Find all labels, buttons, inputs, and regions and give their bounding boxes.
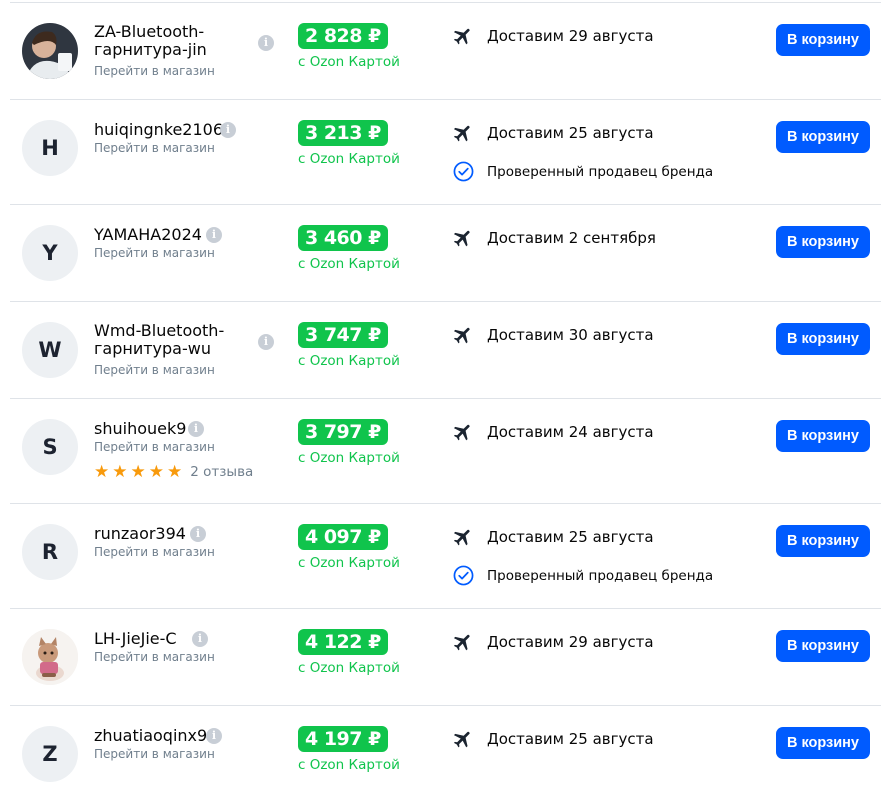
reviews-count[interactable]: 2 отзыва: [190, 464, 253, 480]
offer-row: Z zhuatiaoqinx9 i Перейти в магазин 4 19…: [10, 706, 881, 802]
seller-offers-list: ZA-Bluetooth-гарнитура-jin i Перейти в м…: [0, 0, 883, 802]
airplane-icon: [453, 125, 470, 142]
offer-row: ZA-Bluetooth-гарнитура-jin i Перейти в м…: [10, 3, 881, 100]
delivery-date: Доставим 29 августа: [487, 633, 654, 651]
info-icon[interactable]: i: [190, 526, 206, 542]
add-to-cart-button[interactable]: В корзину: [776, 121, 870, 153]
price-badge: 4 197 ₽: [298, 726, 388, 752]
info-icon[interactable]: i: [188, 421, 204, 437]
add-to-cart-button[interactable]: В корзину: [776, 525, 870, 557]
price-badge: 2 828 ₽: [298, 23, 388, 49]
ozon-card-note: с Ozon Картой: [298, 555, 400, 571]
airplane-icon: [453, 327, 470, 344]
offer-row: H huiqingnke2106 i Перейти в магазин 3 2…: [10, 100, 881, 205]
info-icon[interactable]: i: [206, 227, 222, 243]
star-icon: ★: [148, 462, 164, 482]
delivery-date: Доставим 30 августа: [487, 326, 654, 344]
ozon-card-note: с Ozon Картой: [298, 54, 400, 70]
add-to-cart-button[interactable]: В корзину: [776, 727, 870, 759]
offer-row: W Wmd-Bluetooth-гарнитура-wu i Перейти в…: [10, 302, 881, 399]
seller-avatar[interactable]: Y: [22, 225, 78, 281]
seller-rating: ★ ★ ★ ★ ★ 2 отзыва: [94, 463, 253, 481]
offer-row: Y YAMAHA2024 i Перейти в магазин 3 460 ₽…: [10, 205, 881, 302]
info-icon[interactable]: i: [192, 631, 208, 647]
seller-avatar[interactable]: R: [22, 524, 78, 580]
star-icon: ★: [94, 462, 110, 482]
offer-row: LH-JieJie-C i Перейти в магазин 4 122 ₽ …: [10, 609, 881, 706]
seller-name[interactable]: YAMAHA2024: [94, 226, 202, 244]
seller-avatar[interactable]: H: [22, 120, 78, 176]
add-to-cart-button[interactable]: В корзину: [776, 323, 870, 355]
airplane-icon: [453, 28, 470, 45]
star-icon: ★: [112, 462, 128, 482]
offer-row: S shuihouek9 i Перейти в магазин ★ ★ ★ ★…: [10, 399, 881, 504]
verified-seller-label: Проверенный продавец бренда: [487, 164, 714, 180]
seller-avatar[interactable]: Z: [22, 726, 78, 782]
ozon-card-note: с Ozon Картой: [298, 256, 400, 272]
ozon-card-note: с Ozon Картой: [298, 151, 400, 167]
ozon-card-note: с Ozon Картой: [298, 450, 400, 466]
airplane-icon: [453, 731, 470, 748]
ozon-card-note: с Ozon Картой: [298, 757, 400, 773]
delivery-date: Доставим 29 августа: [487, 27, 654, 45]
info-icon[interactable]: i: [220, 122, 236, 138]
verified-seller-label: Проверенный продавец бренда: [487, 568, 714, 584]
seller-name[interactable]: runzaor394: [94, 525, 186, 543]
star-icon: ★: [167, 462, 183, 482]
seller-avatar[interactable]: S: [22, 419, 78, 475]
seller-name[interactable]: LH-JieJie-C: [94, 630, 177, 648]
airplane-icon: [453, 230, 470, 247]
airplane-icon: [453, 634, 470, 651]
seller-avatar-photo[interactable]: [22, 23, 78, 79]
price-badge: 3 747 ₽: [298, 322, 388, 348]
ozon-card-note: с Ozon Картой: [298, 660, 400, 676]
store-link[interactable]: Перейти в магазин: [94, 363, 215, 377]
store-link[interactable]: Перейти в магазин: [94, 141, 215, 155]
store-link[interactable]: Перейти в магазин: [94, 246, 215, 260]
seller-avatar-photo[interactable]: [22, 629, 78, 685]
check-circle-icon: [453, 565, 474, 586]
store-link[interactable]: Перейти в магазин: [94, 64, 215, 78]
seller-name[interactable]: huiqingnke2106: [94, 121, 223, 139]
offer-row: R runzaor394 i Перейти в магазин 4 097 ₽…: [10, 504, 881, 609]
airplane-icon: [453, 529, 470, 546]
info-icon[interactable]: i: [258, 334, 274, 350]
delivery-date: Доставим 24 августа: [487, 423, 654, 441]
seller-name[interactable]: Wmd-Bluetooth-гарнитура-wu: [94, 322, 284, 358]
info-icon[interactable]: i: [206, 728, 222, 744]
seller-name[interactable]: ZA-Bluetooth-гарнитура-jin: [94, 23, 284, 59]
seller-avatar[interactable]: W: [22, 322, 78, 378]
seller-name[interactable]: shuihouek9: [94, 420, 186, 438]
store-link[interactable]: Перейти в магазин: [94, 650, 215, 664]
add-to-cart-button[interactable]: В корзину: [776, 24, 870, 56]
check-circle-icon: [453, 161, 474, 182]
store-link[interactable]: Перейти в магазин: [94, 440, 215, 454]
store-link[interactable]: Перейти в магазин: [94, 545, 215, 559]
seller-name[interactable]: zhuatiaoqinx9: [94, 727, 207, 745]
add-to-cart-button[interactable]: В корзину: [776, 420, 870, 452]
delivery-date: Доставим 25 августа: [487, 124, 654, 142]
delivery-date: Доставим 25 августа: [487, 528, 654, 546]
add-to-cart-button[interactable]: В корзину: [776, 630, 870, 662]
info-icon[interactable]: i: [258, 35, 274, 51]
airplane-icon: [453, 424, 470, 441]
star-icon: ★: [130, 462, 146, 482]
price-badge: 4 122 ₽: [298, 629, 388, 655]
delivery-date: Доставим 25 августа: [487, 730, 654, 748]
price-badge: 3 797 ₽: [298, 419, 388, 445]
store-link[interactable]: Перейти в магазин: [94, 747, 215, 761]
ozon-card-note: с Ozon Картой: [298, 353, 400, 369]
delivery-date: Доставим 2 сентября: [487, 229, 656, 247]
price-badge: 3 213 ₽: [298, 120, 388, 146]
add-to-cart-button[interactable]: В корзину: [776, 226, 870, 258]
price-badge: 3 460 ₽: [298, 225, 388, 251]
price-badge: 4 097 ₽: [298, 524, 388, 550]
